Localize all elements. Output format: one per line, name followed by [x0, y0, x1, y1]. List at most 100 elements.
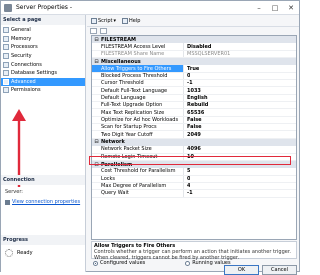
page-item-general[interactable]: General	[1, 26, 85, 35]
category-label: Network	[101, 139, 125, 146]
property-row[interactable]: Max Degree of Parallelism 4	[92, 182, 296, 191]
collapse-icon[interactable]: ⊟	[94, 37, 99, 43]
property-name: Full-Text Upgrade Option	[92, 102, 184, 109]
values-radio-group: Configured values Running values	[93, 260, 231, 266]
property-value[interactable]: 10	[184, 154, 194, 160]
property-value[interactable]: Disabled	[184, 44, 211, 50]
property-value[interactable]: 5	[184, 168, 190, 174]
server-properties-window: Server Properties - – □ ✕ Select a page …	[0, 0, 300, 275]
property-name: Allow Triggers to Fire Others	[92, 65, 184, 72]
property-name: Blocked Process Threshold	[92, 72, 184, 80]
configured-values-radio[interactable]: Configured values	[93, 260, 145, 266]
property-row[interactable]: Scan for Startup Procs False	[92, 124, 296, 132]
property-value[interactable]: 65536	[184, 110, 204, 116]
property-name: Remote Login Timeout	[92, 153, 184, 160]
property-value[interactable]: -1	[184, 190, 193, 196]
help-button[interactable]: Help	[122, 17, 140, 24]
server-label: Server:	[5, 189, 23, 195]
window-title: Server Properties -	[16, 4, 72, 11]
view-connection-properties-link[interactable]: View connection properties	[1, 195, 85, 205]
script-button[interactable]: Script ▾	[91, 17, 117, 24]
page-item-database-settings[interactable]: Database Settings	[1, 69, 85, 78]
property-name: Two Digit Year Cutoff	[92, 131, 184, 138]
page-item-label: General	[11, 27, 31, 34]
alphabetical-sort-icon[interactable]	[100, 28, 107, 34]
property-row[interactable]: Blocked Process Threshold 0	[92, 72, 296, 81]
window-icon	[4, 3, 12, 12]
close-button[interactable]: ✕	[283, 1, 299, 14]
property-row[interactable]: Cursor Threshold -1	[92, 80, 296, 88]
category-filestream[interactable]: ⊟ FILESTREAM	[92, 36, 296, 44]
select-page-header: Select a page	[1, 15, 85, 25]
property-row[interactable]: Max Text Replication Size 65536	[92, 109, 296, 117]
property-row[interactable]: Allow Triggers to Fire Others True	[92, 65, 296, 73]
page-icon	[3, 61, 9, 68]
property-value[interactable]: 1033	[184, 88, 201, 94]
chevron-down-icon: ▾	[113, 17, 117, 24]
category-miscellaneous[interactable]: ⊟ Miscellaneous	[92, 58, 296, 66]
property-row[interactable]: Query Wait -1	[92, 190, 296, 198]
property-row[interactable]: Remote Login Timeout 10	[92, 153, 296, 161]
property-name: Locks	[92, 175, 184, 182]
page-item-label: Advanced	[11, 78, 36, 85]
script-label: Script	[98, 17, 113, 24]
right-panel: Script ▾ Help ⊟ FILESTREAM FILESTREAM Acce…	[87, 15, 299, 275]
page-item-label: Connections	[11, 61, 42, 68]
property-value[interactable]: MSSQLSERVER01	[184, 51, 230, 57]
property-name: Network Packet Size	[92, 146, 184, 153]
category-label: Parallelism	[101, 161, 133, 168]
property-row[interactable]: Optimize for Ad hoc Workloads False	[92, 116, 296, 125]
property-name: FILESTREAM Share Name	[92, 50, 184, 58]
page-item-security[interactable]: Security	[1, 52, 85, 61]
category-label: FILESTREAM	[101, 36, 136, 43]
property-value[interactable]: Rebuild	[184, 102, 208, 108]
properties-icon	[5, 199, 10, 205]
page-item-permissions[interactable]: Permissions	[1, 86, 85, 95]
maximize-button[interactable]: □	[267, 1, 283, 14]
collapse-icon[interactable]: ⊟	[94, 162, 99, 168]
collapse-icon[interactable]: ⊟	[94, 59, 99, 65]
page-item-memory[interactable]: Memory	[1, 35, 85, 44]
collapse-icon[interactable]: ⊟	[94, 139, 99, 145]
property-row[interactable]: Locks 0	[92, 175, 296, 183]
property-name: FILESTREAM Access Level	[92, 43, 184, 50]
progress-header: Progress	[1, 235, 85, 245]
grid-sort-bar	[87, 27, 299, 35]
property-row[interactable]: Network Packet Size 4096	[92, 146, 296, 154]
help-icon	[122, 17, 129, 24]
category-parallelism[interactable]: ⊟ Parallelism	[92, 160, 296, 169]
property-row[interactable]: Default Full-Text Language 1033	[92, 87, 296, 95]
category-network[interactable]: ⊟ Network	[92, 138, 296, 147]
property-value[interactable]: 0	[184, 176, 190, 182]
radio-icon	[93, 260, 98, 266]
minimize-button[interactable]: –	[251, 1, 267, 14]
property-grid: ⊟ FILESTREAM FILESTREAM Access Level Disabl…	[91, 35, 297, 240]
property-row[interactable]: Default Language English	[92, 94, 296, 103]
left-panel: Select a page General Memory Processors Sec…	[1, 15, 86, 272]
property-row[interactable]: Two Digit Year Cutoff 2049	[92, 131, 296, 139]
title-bar: Server Properties - – □ ✕	[1, 1, 299, 15]
property-value[interactable]: False	[184, 124, 202, 130]
cancel-button[interactable]: Cancel	[262, 265, 297, 275]
page-item-connections[interactable]: Connections	[1, 60, 85, 69]
property-row[interactable]: Cost Threshold for Parallelism 5	[92, 168, 296, 176]
property-row[interactable]: FILESTREAM Access Level Disabled	[92, 43, 296, 51]
page-item-advanced[interactable]: Advanced	[1, 77, 85, 87]
property-value[interactable]: 4	[184, 183, 190, 189]
property-row[interactable]: FILESTREAM Share Name MSSQLSERVER01	[92, 50, 296, 59]
ok-button[interactable]: OK	[224, 265, 259, 275]
property-row[interactable]: Full-Text Upgrade Option Rebuild	[92, 102, 296, 110]
property-value[interactable]: English	[184, 95, 208, 101]
property-name: Cost Threshold for Parallelism	[92, 168, 184, 175]
page-item-label: Database Settings	[11, 70, 57, 77]
property-value[interactable]: 0	[184, 73, 190, 79]
page-item-processors[interactable]: Processors	[1, 43, 85, 52]
categorized-sort-icon[interactable]	[90, 28, 97, 34]
property-name: Optimize for Ad hoc Workloads	[92, 116, 184, 124]
property-value[interactable]: -1	[184, 80, 193, 86]
property-value[interactable]: 2049	[184, 132, 201, 138]
property-value[interactable]: 4096	[184, 146, 201, 152]
property-value[interactable]: False	[184, 117, 202, 123]
property-value[interactable]: True	[184, 66, 199, 72]
property-name: Cursor Threshold	[92, 80, 184, 87]
